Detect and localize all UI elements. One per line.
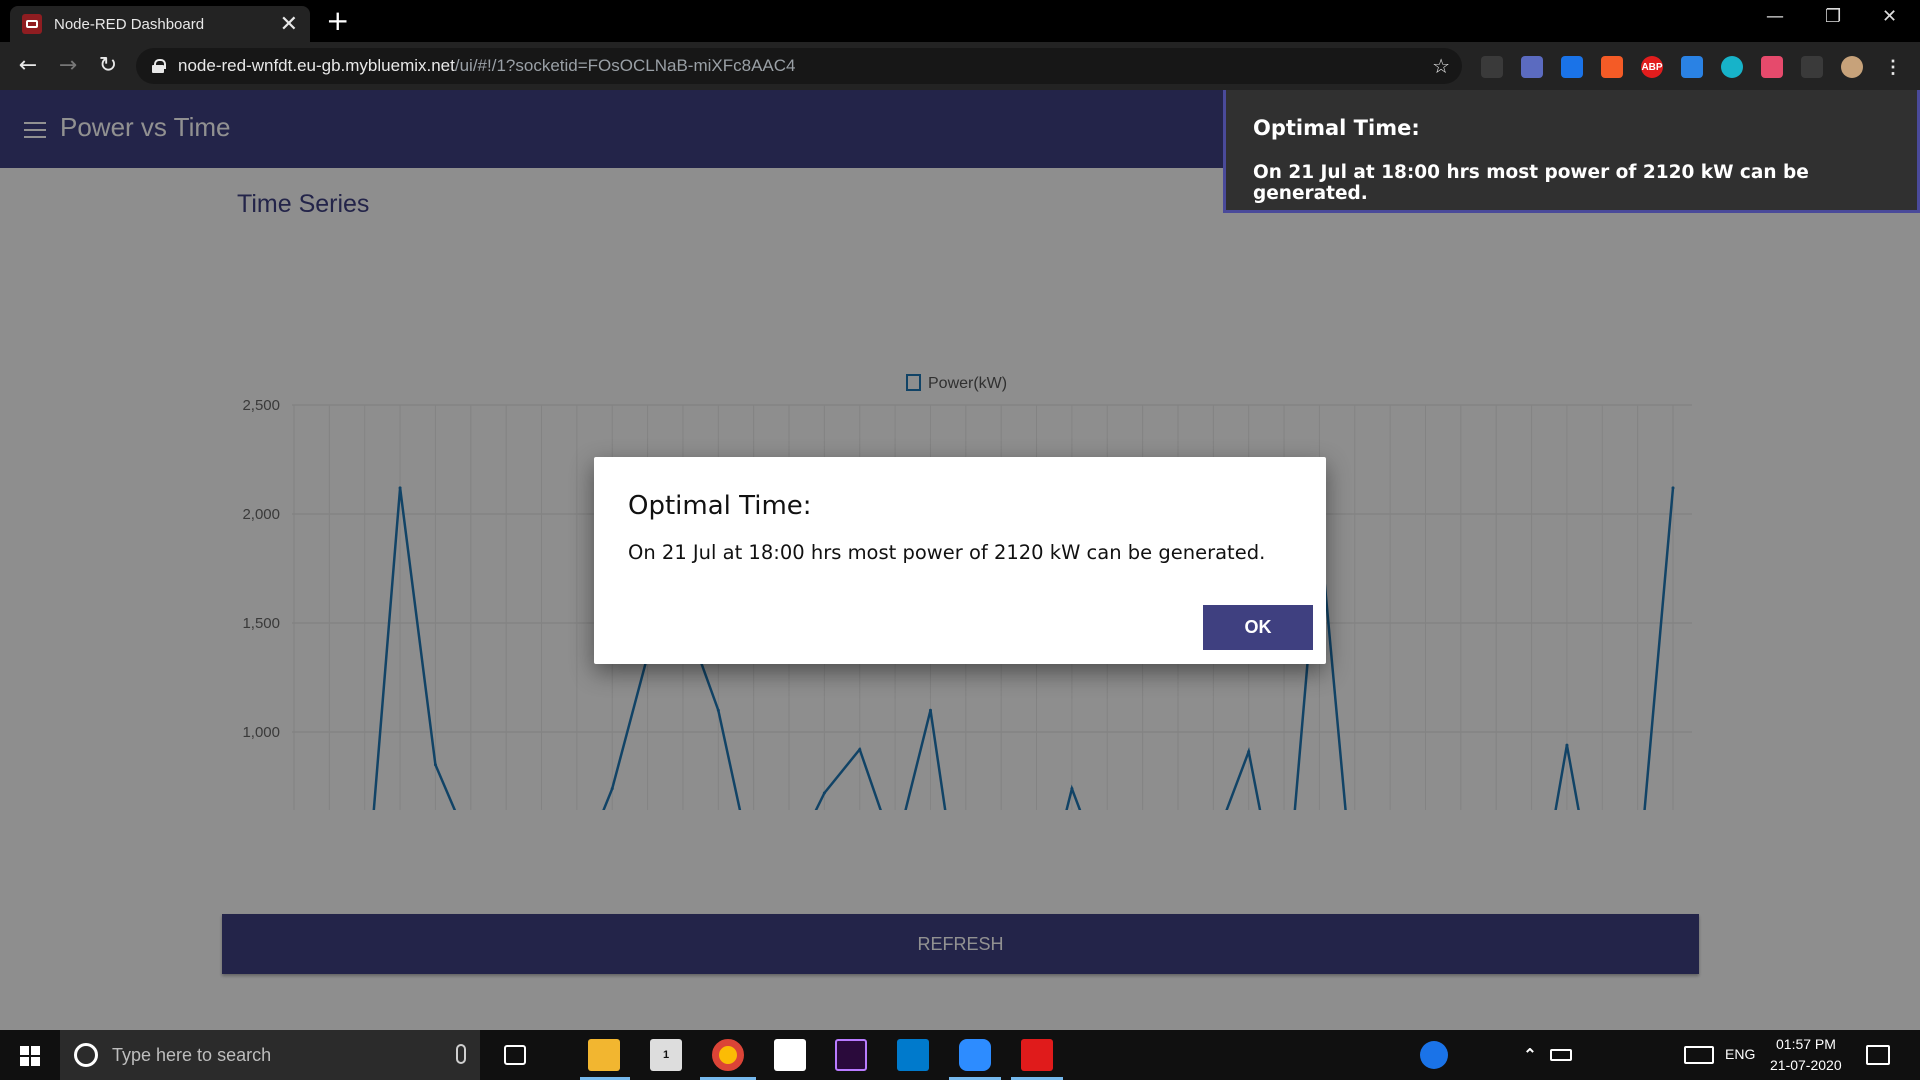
- extension-z-icon[interactable]: [1601, 56, 1623, 78]
- tray-chevron-icon[interactable]: ⌃: [1520, 1039, 1540, 1071]
- bookmark-star-icon[interactable]: ☆: [1432, 54, 1450, 78]
- browser-tab-strip: Node-RED Dashboard ✕ + — ❐ ✕: [0, 0, 1920, 42]
- url-field[interactable]: node-red-wnfdt.eu-gb.mybluemix.net/ui/#!…: [136, 48, 1462, 84]
- dashboard-page: Power vs Time Time Series 05001,0001,500…: [0, 90, 1920, 1030]
- extension-video-icon[interactable]: [1761, 56, 1783, 78]
- browser-tab[interactable]: Node-RED Dashboard ✕: [10, 6, 310, 42]
- adblock-plus-icon[interactable]: ABP: [1641, 56, 1663, 78]
- help-icon[interactable]: [1420, 1041, 1448, 1069]
- language-indicator[interactable]: ENG: [1725, 1046, 1755, 1062]
- restore-icon[interactable]: ❐: [1825, 6, 1841, 27]
- intellij-icon[interactable]: [774, 1039, 806, 1071]
- mail-badge: 1: [662, 1049, 670, 1061]
- back-icon[interactable]: ←: [14, 52, 42, 80]
- toast-message: On 21 Jul at 18:00 hrs most power of 212…: [1253, 162, 1809, 204]
- mail-icon[interactable]: 1: [650, 1039, 682, 1071]
- close-window-icon[interactable]: ✕: [1882, 6, 1897, 27]
- node-red-favicon-icon: [22, 14, 42, 34]
- windows-start-icon[interactable]: [20, 1046, 40, 1066]
- premiere-pro-icon[interactable]: [835, 1039, 867, 1071]
- task-view-icon[interactable]: [504, 1045, 526, 1065]
- keyboard-icon[interactable]: [1684, 1046, 1714, 1064]
- extension-owl-icon[interactable]: [1521, 56, 1543, 78]
- new-tab-button[interactable]: +: [326, 7, 349, 35]
- clock-date[interactable]: 21-07-2020: [1770, 1057, 1842, 1073]
- vscode-icon[interactable]: [897, 1039, 929, 1071]
- dialog-message: On 21 Jul at 18:00 hrs most power of 212…: [628, 541, 1266, 564]
- extension-wifi-icon[interactable]: [1561, 56, 1583, 78]
- pen-icon[interactable]: [1650, 1039, 1672, 1071]
- extensions-puzzle-icon[interactable]: [1801, 56, 1823, 78]
- acrobat-icon[interactable]: [1021, 1039, 1053, 1071]
- profile-avatar[interactable]: [1841, 56, 1863, 78]
- lock-icon: [152, 59, 166, 73]
- chrome-icon[interactable]: [712, 1039, 744, 1071]
- notification-toast[interactable]: Optimal Time: On 21 Jul at 18:00 hrs mos…: [1223, 90, 1920, 213]
- people-icon[interactable]: [1474, 1039, 1496, 1071]
- file-explorer-icon[interactable]: [588, 1039, 620, 1071]
- windows-taskbar: Type here to search 1 ⌃ ENG 01:57 PM 21-…: [0, 1030, 1920, 1080]
- extension-check-icon[interactable]: [1681, 56, 1703, 78]
- taskbar-search-box[interactable]: Type here to search: [60, 1030, 480, 1080]
- extension-bulb-icon[interactable]: [1481, 56, 1503, 78]
- dialog-title: Optimal Time:: [628, 491, 812, 521]
- url-text: node-red-wnfdt.eu-gb.mybluemix.net/ui/#!…: [178, 56, 796, 75]
- extension-m-icon[interactable]: [1721, 56, 1743, 78]
- alert-dialog: Optimal Time: On 21 Jul at 18:00 hrs mos…: [594, 457, 1326, 664]
- wifi-icon[interactable]: [1585, 1039, 1607, 1071]
- minimize-icon[interactable]: —: [1766, 6, 1784, 27]
- notifications-icon[interactable]: [1866, 1045, 1890, 1065]
- forward-icon[interactable]: →: [54, 52, 82, 80]
- toast-title: Optimal Time:: [1253, 116, 1420, 140]
- address-bar-row: ← → ↻ node-red-wnfdt.eu-gb.mybluemix.net…: [0, 42, 1920, 90]
- ok-button[interactable]: OK: [1203, 605, 1313, 650]
- browser-menu-icon[interactable]: ⋮: [1882, 56, 1904, 78]
- tab-title: Node-RED Dashboard: [54, 15, 205, 33]
- reload-icon[interactable]: ↻: [94, 52, 122, 80]
- battery-icon[interactable]: [1550, 1049, 1572, 1061]
- microphone-icon[interactable]: [456, 1044, 466, 1064]
- clock-time[interactable]: 01:57 PM: [1776, 1036, 1836, 1052]
- zoom-icon[interactable]: [959, 1039, 991, 1071]
- volume-icon[interactable]: [1610, 1039, 1632, 1071]
- search-placeholder: Type here to search: [112, 1044, 272, 1065]
- tab-close-icon[interactable]: ✕: [280, 13, 298, 35]
- cortana-icon: [74, 1043, 98, 1067]
